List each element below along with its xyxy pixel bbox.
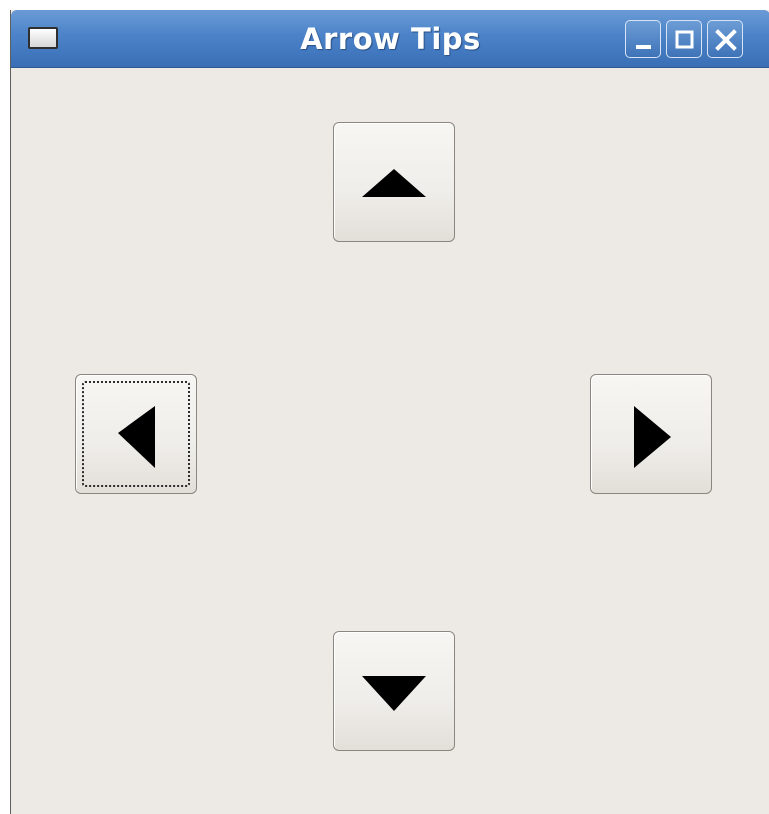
arrow-left-button[interactable] xyxy=(75,374,197,494)
arrow-left-icon xyxy=(118,406,155,468)
maximize-button[interactable] xyxy=(666,20,702,58)
arrow-down-button[interactable] xyxy=(333,631,455,751)
title-bar[interactable]: Arrow Tips xyxy=(11,10,769,68)
maximize-icon xyxy=(675,30,694,49)
minimize-icon xyxy=(636,45,651,49)
arrow-up-icon xyxy=(362,169,426,197)
arrow-down-icon xyxy=(362,676,426,711)
arrow-tips-window: Arrow Tips xyxy=(10,10,769,814)
arrow-right-icon xyxy=(634,406,671,468)
close-button[interactable] xyxy=(707,20,743,58)
minimize-button[interactable] xyxy=(625,20,661,58)
arrow-right-button[interactable] xyxy=(590,374,712,494)
close-icon xyxy=(715,29,737,51)
arrow-up-button[interactable] xyxy=(333,122,455,242)
